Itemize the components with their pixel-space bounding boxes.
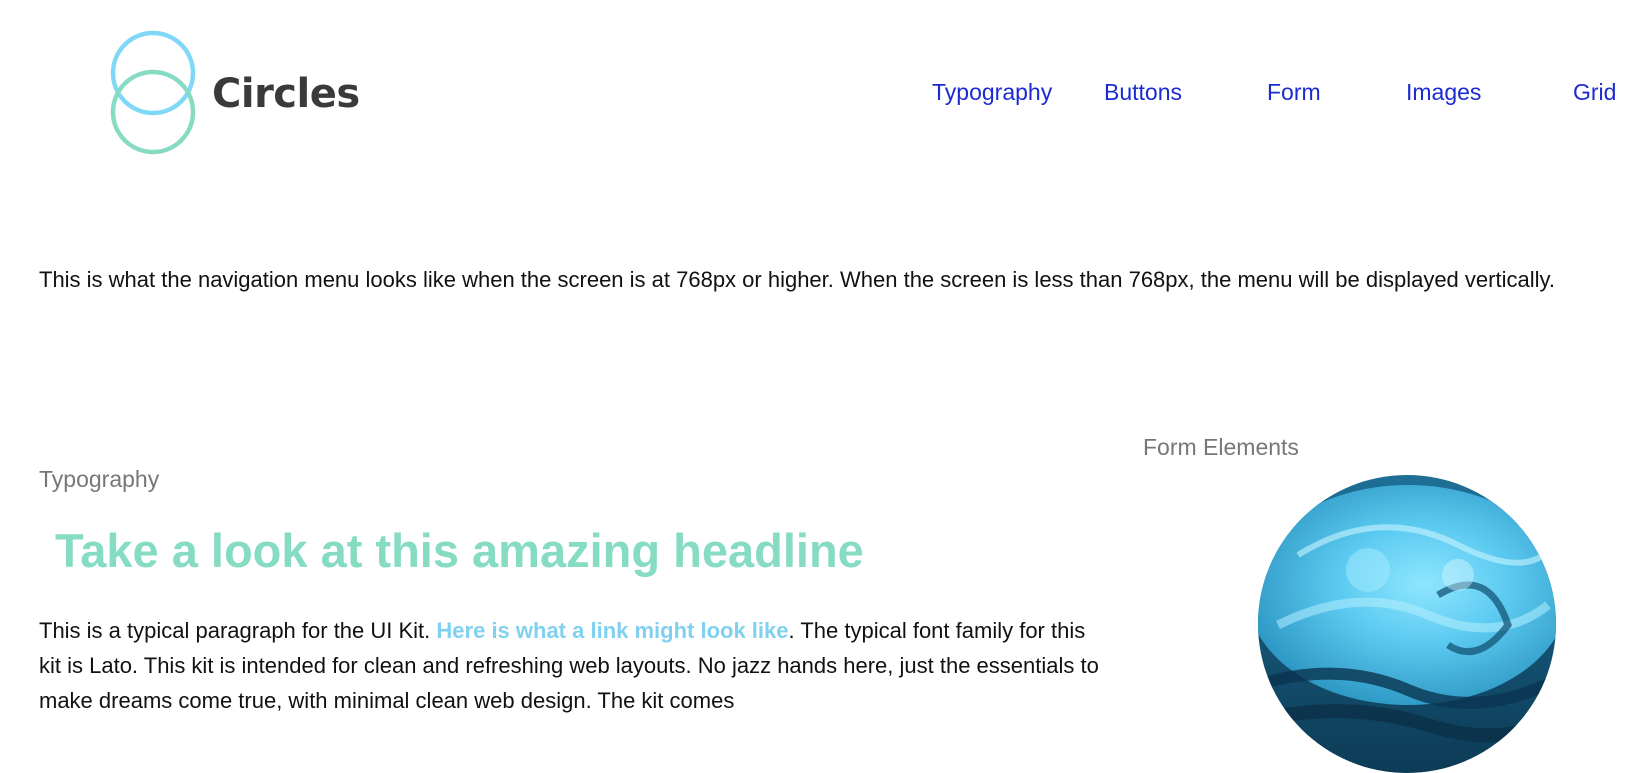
nav-link-images[interactable]: Images [1406, 79, 1481, 106]
form-elements-label: Form Elements [1143, 434, 1299, 460]
sample-paragraph: This is a typical paragraph for the UI K… [39, 613, 1099, 718]
main-nav: Typography Buttons Form Images Grid [0, 79, 1646, 109]
nav-link-buttons[interactable]: Buttons [1104, 79, 1182, 106]
typography-section-label: Typography [39, 466, 160, 492]
nav-link-form[interactable]: Form [1267, 79, 1321, 106]
nav-link-grid[interactable]: Grid [1573, 79, 1616, 106]
ocean-wave-image [1258, 475, 1556, 773]
sample-link[interactable]: Here is what a link might look like [436, 618, 788, 643]
sample-headline: Take a look at this amazing headline [55, 524, 864, 577]
nav-description: This is what the navigation menu looks l… [39, 267, 1555, 292]
nav-link-typography[interactable]: Typography [932, 79, 1052, 106]
paragraph-text-start: This is a typical paragraph for the UI K… [39, 618, 437, 643]
